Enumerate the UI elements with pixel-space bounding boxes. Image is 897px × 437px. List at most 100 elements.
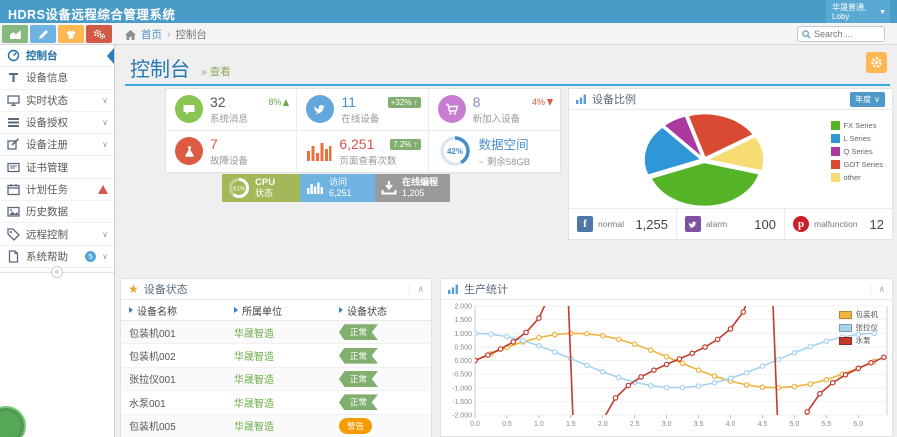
- status-badge: 正常: [339, 371, 378, 387]
- tshirt-icon: [65, 29, 77, 40]
- cpu-donut: 61%: [228, 177, 250, 199]
- table-row[interactable]: 包装机001 华晟智造 正常: [121, 321, 431, 344]
- flask-icon: [175, 137, 203, 165]
- svg-text:-1.000: -1.000: [452, 385, 472, 392]
- sidebar: 控制台 设备信息 实时状态 ∨ 设备授权 ∨ 设备注册 ∨ 证书管理 计划: [0, 45, 115, 437]
- sidebar-item-device-register[interactable]: 设备注册 ∨: [0, 134, 114, 156]
- status-badge: 正常: [339, 394, 378, 410]
- svg-text:1.500: 1.500: [454, 317, 472, 324]
- settings-quick-button[interactable]: [86, 25, 112, 43]
- svg-text:0.000: 0.000: [454, 358, 472, 365]
- production-stats-panel: 生产统计 ∧ 2.0001.5001.0000.5000.000-0.500-1…: [440, 278, 893, 437]
- arrow-up-icon: [283, 99, 289, 106]
- pie-legend: FX Series L Series Q Series GOT Series o…: [831, 121, 883, 186]
- sidebar-item-system-help[interactable]: 系统帮助 5 ∨: [0, 246, 114, 268]
- trend-badge: 7.2% ↑: [390, 139, 420, 150]
- legend-label: 张拉仪: [856, 322, 879, 333]
- sidebar-item-dashboard[interactable]: 控制台: [0, 45, 114, 67]
- ratio-footer: f normal 1,255 alarm 100 p malfunction 1…: [569, 208, 892, 239]
- warning-icon: [98, 185, 108, 194]
- sidebar-collapse-toggle[interactable]: «: [51, 266, 63, 278]
- footer-stat-normal: f normal 1,255: [569, 209, 677, 239]
- column-header[interactable]: 所属单位: [242, 303, 282, 318]
- sidebar-item-label: 证书管理: [26, 160, 108, 175]
- stat-value: 7: [210, 136, 248, 152]
- monitor-icon: [7, 94, 20, 107]
- main-content: 控制台 » 查看 32 系统消息 8%: [115, 45, 897, 437]
- collapse-icon[interactable]: ∧: [409, 284, 424, 295]
- gauge-value: 1,205: [402, 188, 438, 199]
- svg-text:6.0: 6.0: [853, 421, 863, 428]
- star-icon: ★: [128, 282, 139, 296]
- legend-label: Q Series: [844, 147, 873, 156]
- home-icon: [125, 30, 136, 40]
- table-row[interactable]: 包装机005 华晟智造 警告: [121, 415, 431, 437]
- cell-device-name: 包装机001: [121, 325, 226, 340]
- table-row[interactable]: 水泵001 华晟智造 正常: [121, 391, 431, 414]
- sidebar-item-scheduled-tasks[interactable]: 计划任务: [0, 179, 114, 201]
- sidebar-item-device-auth[interactable]: 设备授权 ∨: [0, 112, 114, 134]
- breadcrumb-home[interactable]: 首页: [141, 27, 162, 42]
- download-icon: [381, 180, 397, 196]
- sidebar-item-realtime-status[interactable]: 实时状态 ∨: [0, 90, 114, 112]
- cell-device-name: 水泵001: [121, 395, 226, 410]
- legend-chip: [831, 173, 840, 182]
- panel-title: 设备比例: [592, 91, 636, 107]
- edit-icon: [7, 138, 20, 151]
- cell-device-name: 张拉仪001: [121, 371, 226, 386]
- mini-bars-icon: [448, 284, 459, 294]
- sidebar-item-label: 历史数据: [26, 204, 108, 219]
- line-legend: 包装机 张拉仪 水泵: [839, 309, 879, 348]
- cell-device-name: 包装机005: [121, 418, 226, 433]
- gauge-sub: 状态: [255, 188, 275, 199]
- trend-badge: +32% ↑: [388, 97, 421, 108]
- edit-quick-button[interactable]: [30, 25, 56, 43]
- svg-text:-0.500: -0.500: [452, 372, 472, 379]
- table-row[interactable]: 包装机002 华晟智造 正常: [121, 344, 431, 367]
- column-header[interactable]: 设备名称: [137, 303, 177, 318]
- panel-title: 设备状态: [144, 281, 188, 297]
- column-arrow-icon: [339, 307, 343, 313]
- table-row[interactable]: 张拉仪001 华晟智造 正常: [121, 368, 431, 391]
- sidebar-item-cert-mgmt[interactable]: 证书管理: [0, 156, 114, 178]
- sidebar-item-history-data[interactable]: 历史数据: [0, 201, 114, 223]
- svg-text:0.5: 0.5: [502, 421, 512, 428]
- bar-chart-icon: [306, 139, 332, 163]
- stat-fault-devices: 7 故障设备: [166, 131, 297, 173]
- certificate-icon: [7, 161, 20, 174]
- gear-icon: [870, 56, 883, 69]
- cpu-gauge: 61% CPU 状态: [222, 174, 300, 202]
- status-badge: 正常: [339, 348, 378, 364]
- user-menu[interactable]: 华晟普通, Loby ▼: [826, 0, 890, 23]
- svg-text:5.0: 5.0: [790, 421, 800, 428]
- file-icon: [7, 250, 20, 263]
- ratio-filter-button[interactable]: 年度 ∨: [850, 92, 885, 107]
- legend-label: FX Series: [844, 121, 877, 130]
- collapse-icon[interactable]: ∧: [870, 284, 885, 295]
- footer-stat-malfunction: p malfunction 12: [785, 209, 892, 239]
- sidebar-item-remote-control[interactable]: 远程控制 ∨: [0, 223, 114, 245]
- svg-text:0.0: 0.0: [470, 421, 480, 428]
- page-settings-button[interactable]: [866, 52, 887, 73]
- cell-org: 华晟智造: [226, 348, 331, 363]
- legend-chip: [839, 337, 852, 345]
- legend-label: L Series: [844, 134, 871, 143]
- search-input[interactable]: [814, 29, 880, 39]
- storage-pct: 42%: [447, 147, 463, 156]
- theme-quick-button[interactable]: [58, 25, 84, 43]
- column-header[interactable]: 设备状态: [347, 303, 387, 318]
- chevron-down-icon: ∨: [102, 252, 108, 261]
- chart-quick-button[interactable]: [2, 25, 28, 43]
- legend-chip: [831, 147, 840, 156]
- svg-text:2.0: 2.0: [598, 421, 608, 428]
- svg-text:-2.000: -2.000: [452, 413, 472, 420]
- breadcrumb-separator: ›: [167, 29, 170, 40]
- cell-org: 华晟智造: [226, 325, 331, 340]
- sidebar-item-device-info[interactable]: 设备信息: [0, 67, 114, 89]
- cell-org: 华晟智造: [226, 418, 331, 433]
- stat-label: 系统消息: [210, 111, 248, 125]
- pinterest-icon: p: [793, 216, 809, 232]
- sidebar-item-label: 实时状态: [26, 93, 96, 108]
- gauge-value: 6,251: [329, 188, 352, 199]
- search-box: [797, 26, 885, 42]
